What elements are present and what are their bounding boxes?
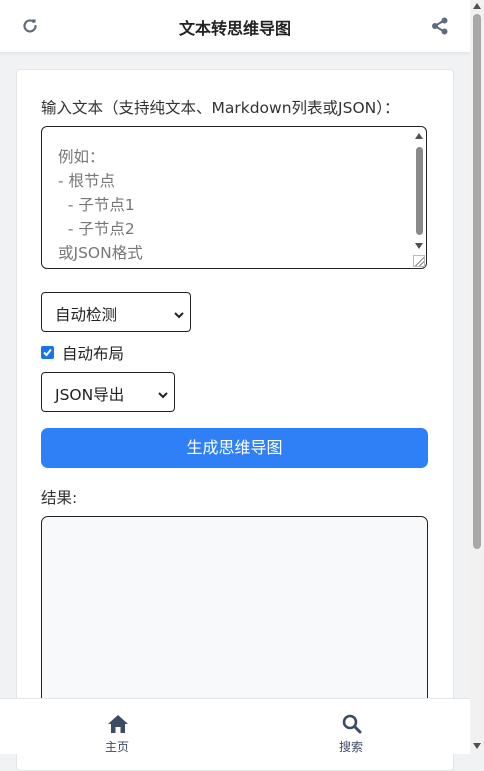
nav-label-home: 主页: [104, 740, 129, 754]
textarea-scroll-thumb[interactable]: [416, 147, 423, 235]
nav-item-home[interactable]: 主页: [77, 699, 157, 754]
search-icon: [342, 714, 362, 734]
textarea-scroll-up-icon[interactable]: [415, 133, 423, 139]
textarea-scrollbar[interactable]: [414, 131, 424, 255]
result-label: 结果:: [41, 489, 78, 507]
generate-mindmap-button[interactable]: 生成思维导图: [41, 428, 428, 468]
top-app-bar: 文本转思维导图: [0, 0, 470, 53]
export-format-value: JSON导出: [55, 386, 125, 404]
chevron-down-icon: [174, 306, 184, 319]
scrollbar-thumb[interactable]: [473, 14, 481, 549]
home-icon: [108, 715, 128, 733]
textarea-placeholder: 例如： - 根节点 - 子节点1 - 子节点2 或JSON格式: [58, 148, 143, 262]
input-label: 输入文本（支持纯文本、Markdown列表或JSON）：: [41, 99, 400, 117]
auto-layout-checkbox[interactable]: [41, 346, 54, 359]
nav-label-search: 搜索: [338, 740, 363, 754]
result-output-area: [41, 516, 428, 716]
auto-layout-label[interactable]: 自动布局: [62, 342, 124, 364]
nav-item-search[interactable]: 搜索: [311, 699, 391, 754]
text-input-area[interactable]: 例如： - 根节点 - 子节点1 - 子节点2 或JSON格式: [41, 126, 427, 269]
format-mode-value: 自动检测: [55, 306, 118, 324]
chevron-down-icon: [158, 386, 168, 399]
scroll-up-arrow-icon[interactable]: [473, 3, 481, 9]
textarea-scroll-down-icon[interactable]: [415, 243, 423, 249]
page-title: 文本转思维导图: [178, 19, 291, 38]
page-scrollbar[interactable]: [470, 0, 484, 753]
bottom-navigation: 主页 搜索: [0, 698, 470, 754]
share-icon[interactable]: [430, 16, 450, 36]
format-mode-select[interactable]: 自动检测: [41, 292, 191, 332]
export-format-select[interactable]: JSON导出: [41, 372, 175, 412]
resize-handle-icon[interactable]: [413, 255, 425, 267]
scroll-down-arrow-icon[interactable]: [473, 743, 481, 749]
